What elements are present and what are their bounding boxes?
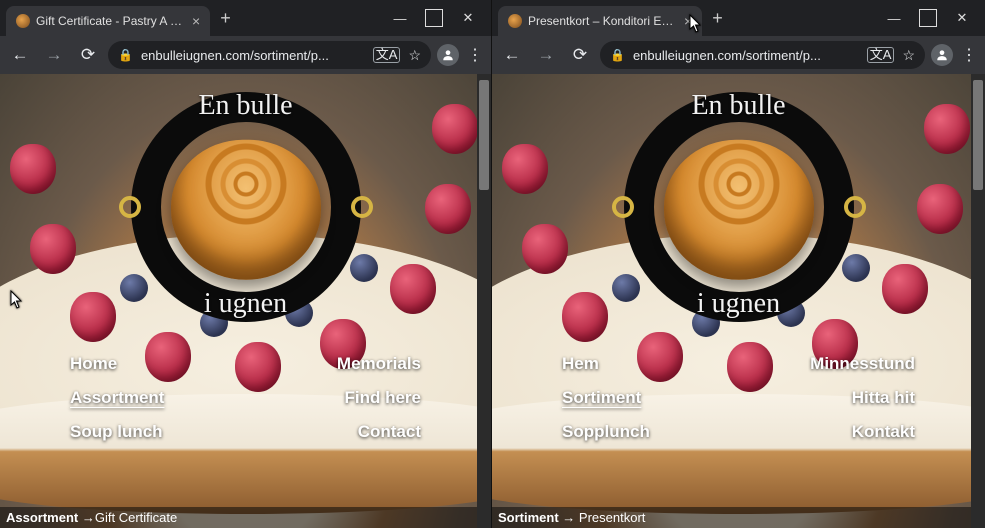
raspberry-icon bbox=[70, 292, 116, 342]
new-tab-button[interactable]: + bbox=[210, 8, 241, 29]
kebab-menu-icon[interactable]: ⋮ bbox=[959, 45, 979, 65]
star-icon[interactable]: ☆ bbox=[902, 47, 915, 64]
back-button[interactable]: ← bbox=[6, 45, 34, 65]
page-viewport: En bulle i ugnen Home Memorials Assortme… bbox=[0, 74, 491, 528]
toolbar: ← → ⟳ 🔒 enbulleiugnen.com/sortiment/p...… bbox=[0, 36, 491, 74]
tab-title: Presentkort – Konditori En bulle t bbox=[528, 14, 678, 28]
nav-contact[interactable]: Kontakt bbox=[739, 422, 926, 442]
raspberry-icon bbox=[10, 144, 56, 194]
maximize-icon[interactable] bbox=[425, 9, 443, 27]
nav-find-here[interactable]: Hitta hit bbox=[739, 388, 926, 408]
back-button[interactable]: ← bbox=[498, 45, 526, 65]
new-tab-button[interactable]: + bbox=[702, 8, 733, 29]
raspberry-icon bbox=[502, 144, 548, 194]
forward-button: → bbox=[532, 45, 560, 65]
minimize-icon[interactable]: ― bbox=[885, 9, 903, 27]
close-tab-icon[interactable]: × bbox=[192, 14, 200, 28]
address-bar[interactable]: 🔒 enbulleiugnen.com/sortiment/p... 文A ☆ bbox=[600, 41, 925, 69]
star-icon[interactable]: ☆ bbox=[408, 47, 421, 64]
address-bar[interactable]: 🔒 enbulleiugnen.com/sortiment/p... 文A ☆ bbox=[108, 41, 431, 69]
breadcrumb-current: Presentkort bbox=[579, 510, 645, 525]
page-viewport: En bulle i ugnen Hem Minnesstund Sortime… bbox=[492, 74, 985, 528]
vertical-scrollbar[interactable] bbox=[971, 74, 985, 528]
profile-avatar[interactable] bbox=[931, 44, 953, 66]
raspberry-icon bbox=[432, 104, 478, 154]
main-nav: Home Memorials Assortment Find here Soup… bbox=[0, 354, 491, 442]
site-logo[interactable]: En bulle i ugnen bbox=[624, 92, 854, 322]
breadcrumb-current: Gift Certificate bbox=[95, 510, 177, 525]
minimize-icon[interactable]: ― bbox=[391, 9, 409, 27]
logo-text-bottom: i ugnen bbox=[624, 288, 854, 320]
logo-text-top: En bulle bbox=[131, 90, 361, 122]
reload-button[interactable]: ⟳ bbox=[74, 45, 102, 65]
main-nav: Hem Minnesstund Sortiment Hitta hit Sopp… bbox=[492, 354, 985, 442]
raspberry-icon bbox=[882, 264, 928, 314]
breadcrumb-parent[interactable]: Sortiment bbox=[498, 510, 559, 525]
nav-home[interactable]: Home bbox=[60, 354, 246, 374]
raspberry-icon bbox=[917, 184, 963, 234]
nav-soup-lunch[interactable]: Soup lunch bbox=[60, 422, 246, 442]
breadcrumb: Sortiment → Presentkort bbox=[492, 507, 985, 528]
forward-button: → bbox=[40, 45, 68, 65]
raspberry-icon bbox=[425, 184, 471, 234]
nav-home[interactable]: Hem bbox=[552, 354, 739, 374]
favicon-icon bbox=[16, 14, 30, 28]
breadcrumb: Assortment →Gift Certificate bbox=[0, 507, 491, 528]
reload-button[interactable]: ⟳ bbox=[566, 45, 594, 65]
url-text: enbulleiugnen.com/sortiment/p... bbox=[633, 48, 859, 63]
titlebar: Gift Certificate - Pastry A bun in t × +… bbox=[0, 0, 491, 36]
nav-memorials[interactable]: Memorials bbox=[246, 354, 432, 374]
browser-tab[interactable]: Gift Certificate - Pastry A bun in t × bbox=[6, 6, 210, 36]
logo-text-bottom: i ugnen bbox=[131, 288, 361, 320]
kebab-menu-icon[interactable]: ⋮ bbox=[465, 45, 485, 65]
tab-title: Gift Certificate - Pastry A bun in t bbox=[36, 14, 186, 28]
profile-avatar[interactable] bbox=[437, 44, 459, 66]
scrollbar-thumb[interactable] bbox=[479, 80, 489, 190]
nav-find-here[interactable]: Find here bbox=[246, 388, 432, 408]
scrollbar-thumb[interactable] bbox=[973, 80, 983, 190]
raspberry-icon bbox=[924, 104, 970, 154]
browser-window-right: Presentkort – Konditori En bulle t × + ―… bbox=[492, 0, 985, 528]
site-logo[interactable]: En bulle i ugnen bbox=[131, 92, 361, 322]
browser-window-left: Gift Certificate - Pastry A bun in t × +… bbox=[0, 0, 492, 528]
nav-soup-lunch[interactable]: Sopplunch bbox=[552, 422, 739, 442]
nav-assortment[interactable]: Assortment bbox=[60, 388, 246, 408]
maximize-icon[interactable] bbox=[919, 9, 937, 27]
nav-assortment[interactable]: Sortiment bbox=[552, 388, 739, 408]
raspberry-icon bbox=[30, 224, 76, 274]
titlebar: Presentkort – Konditori En bulle t × + ―… bbox=[492, 0, 985, 36]
translate-icon[interactable]: 文A bbox=[867, 47, 895, 63]
logo-text-top: En bulle bbox=[624, 90, 854, 122]
nav-contact[interactable]: Contact bbox=[246, 422, 432, 442]
nav-memorials[interactable]: Minnesstund bbox=[739, 354, 926, 374]
breadcrumb-parent[interactable]: Assortment bbox=[6, 510, 78, 525]
raspberry-icon bbox=[522, 224, 568, 274]
lock-icon: 🔒 bbox=[118, 48, 133, 62]
lock-icon: 🔒 bbox=[610, 48, 625, 62]
translate-icon[interactable]: 文A bbox=[373, 47, 401, 63]
vertical-scrollbar[interactable] bbox=[477, 74, 491, 528]
browser-tab[interactable]: Presentkort – Konditori En bulle t × bbox=[498, 6, 702, 36]
close-window-icon[interactable]: ✕ bbox=[459, 9, 477, 27]
favicon-icon bbox=[508, 14, 522, 28]
raspberry-icon bbox=[390, 264, 436, 314]
toolbar: ← → ⟳ 🔒 enbulleiugnen.com/sortiment/p...… bbox=[492, 36, 985, 74]
url-text: enbulleiugnen.com/sortiment/p... bbox=[141, 48, 365, 63]
close-tab-icon[interactable]: × bbox=[684, 14, 692, 28]
close-window-icon[interactable]: ✕ bbox=[953, 9, 971, 27]
raspberry-icon bbox=[562, 292, 608, 342]
